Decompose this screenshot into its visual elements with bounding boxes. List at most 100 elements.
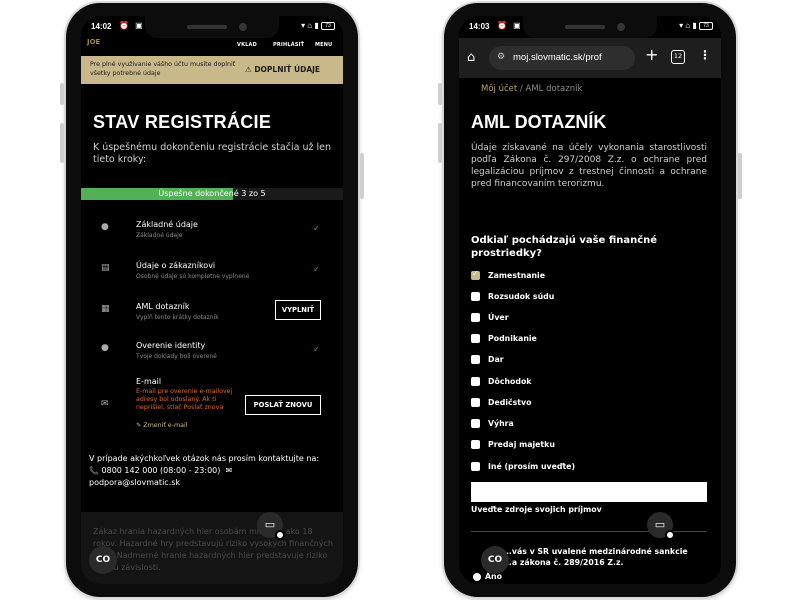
checkbox[interactable] <box>471 334 480 343</box>
volume-button <box>438 83 442 105</box>
progress-text: Úspešne dokončené 3 zo 5 <box>158 189 266 198</box>
option-3[interactable]: Podnikanie <box>471 333 671 345</box>
step-sub: Tvoje doklady boli overené <box>136 353 217 360</box>
nav-login[interactable]: PRIHLÁSIŤ <box>273 42 304 48</box>
contact-text: V prípade akýchkoľvek otázok nás prosím … <box>89 454 320 463</box>
step-name: E-mail <box>136 377 162 386</box>
contact-phone[interactable]: 0800 142 000 (08:00 - 23:00) <box>102 466 221 475</box>
change-email-link[interactable]: ✎ Zmeniť e-mail <box>136 422 187 429</box>
accessibility-bubble[interactable]: CO <box>481 546 509 574</box>
checkbox[interactable] <box>471 462 480 471</box>
logo[interactable]: JOE <box>87 38 100 46</box>
contact-line: 📞 0800 142 000 (08:00 - 23:00) ✉ <box>89 465 329 477</box>
checkbox[interactable] <box>471 419 480 428</box>
breadcrumb: Môj účet / AML dotazník <box>481 84 582 94</box>
option-label: Predaj majetku <box>488 440 555 449</box>
volume-button <box>60 83 64 105</box>
chat-icon: ▭ <box>264 518 276 531</box>
option-9[interactable]: Iné (prosím uveďte) <box>471 461 671 473</box>
complete-data-button[interactable]: ⚠ DOPLNIŤ ÚDAJE <box>245 65 320 74</box>
step-sub: Osobné údaje sú kompletne vyplnené <box>136 273 250 280</box>
more-menu-icon[interactable]: ⋮ <box>699 48 711 62</box>
phone-icon: 📞 <box>89 466 99 475</box>
checkbox[interactable] <box>471 377 480 386</box>
checkbox[interactable] <box>471 269 480 280</box>
checkbox[interactable] <box>471 398 480 407</box>
tab-count[interactable]: 12 <box>671 50 685 64</box>
screen-right: 14:03 ⏰ ▣ ▾ ⌂ ▮ 73 ⌂ ⚙ moj.slovmatic.sk/… <box>459 16 721 584</box>
option-2[interactable]: Úver <box>471 312 671 324</box>
id-card-icon: ▤ <box>101 263 110 273</box>
page-intro: Údaje získavané na účely vykonania staro… <box>471 143 707 189</box>
option-1[interactable]: Rozsudok súdu <box>471 291 671 303</box>
option-7[interactable]: Výhra <box>471 418 671 430</box>
option-5[interactable]: Dôchodok <box>471 376 671 388</box>
email-icon: ✉ <box>222 466 233 475</box>
checkbox[interactable] <box>471 355 480 364</box>
volume-button <box>438 123 442 163</box>
chat-icon: ▭ <box>654 518 666 531</box>
camera <box>617 23 625 31</box>
option-8[interactable]: Predaj majetku <box>471 439 671 451</box>
power-button <box>738 153 742 199</box>
fill-in-button[interactable]: VYPLNIŤ <box>275 300 321 320</box>
check-icon: ✓ <box>313 224 320 233</box>
option-label: Zamestnanie <box>488 271 546 280</box>
option-label: Výhra <box>488 419 514 428</box>
home-icon[interactable]: ⌂ <box>467 50 475 65</box>
resend-button[interactable]: POSLAŤ ZNOVU <box>245 395 321 415</box>
signal-icons: ▾ ⌂ ▮ 73 <box>301 21 335 30</box>
notch <box>145 16 279 38</box>
phone-right: 14:03 ⏰ ▣ ▾ ⌂ ▮ 73 ⌂ ⚙ moj.slovmatic.sk/… <box>438 3 742 597</box>
footer-disclaimer: Zákaz hrania hazardných hier osobám mlad… <box>93 527 334 572</box>
registration-progress: Úspešne dokončené 3 zo 5 <box>81 188 343 200</box>
breadcrumb-home[interactable]: Môj účet <box>481 84 517 94</box>
site-header: JOE VKLAD PRIHLÁSIŤ MENU <box>81 38 343 56</box>
contact-email[interactable]: podpora@slovmatic.sk <box>89 477 329 489</box>
option-4[interactable]: Dar <box>471 354 671 366</box>
option-label: Podnikanie <box>488 334 537 343</box>
step-name: AML dotazník <box>136 302 190 311</box>
url-text[interactable]: moj.slovmatic.sk/prof <box>513 52 602 63</box>
email-error: E-mail pre overenie e-mailovej adresy bo… <box>136 388 233 411</box>
notch <box>523 16 657 38</box>
checkbox[interactable] <box>471 292 480 301</box>
mail-icon: ✉ <box>101 399 109 409</box>
option-label: Iné (prosím uveďte) <box>488 462 576 471</box>
battery-icon: 73 <box>321 21 335 30</box>
phone-left: 14:02 ⏰ ▣ ▾ ⌂ ▮ 73 JOE VKLAD PRIHLÁSIŤ M… <box>60 3 364 597</box>
speaker <box>187 25 227 29</box>
checkbox[interactable] <box>471 313 480 322</box>
step-name: Overenie identity <box>136 341 206 350</box>
nav-menu[interactable]: MENU <box>315 42 332 48</box>
page-title: STAV REGISTRÁCIE <box>93 112 272 132</box>
speaker <box>565 25 605 29</box>
footer: Zákaz hrania hazardných hier osobám mlad… <box>81 512 343 584</box>
step-name: Základné údaje <box>136 220 198 229</box>
chat-button[interactable]: ▭ <box>257 512 285 540</box>
option-0[interactable]: Zamestnanie <box>471 269 671 282</box>
radio-button[interactable] <box>473 573 481 581</box>
new-tab-icon[interactable]: + <box>645 45 658 64</box>
volume-button <box>60 123 64 163</box>
checkbox[interactable] <box>471 440 480 449</box>
option-label: Rozsudok súdu <box>488 292 555 301</box>
income-source-input[interactable] <box>471 482 707 502</box>
notification-dot <box>665 530 675 540</box>
nav-deposit[interactable]: VKLAD <box>237 42 257 48</box>
banner-text: Pre plné využívanie vášho účtu musíte do… <box>90 61 236 77</box>
screen-left: 14:02 ⏰ ▣ ▾ ⌂ ▮ 73 JOE VKLAD PRIHLÁSIŤ M… <box>81 16 343 584</box>
address-bar[interactable]: ⚙ moj.slovmatic.sk/prof <box>489 46 635 70</box>
option-6[interactable]: Dedičstvo <box>471 397 671 409</box>
chat-button[interactable]: ▭ <box>647 512 675 540</box>
contact-info: V prípade akýchkoľvek otázok nás prosím … <box>89 453 329 489</box>
check-icon: ✓ <box>313 345 320 354</box>
page-title: AML DOTAZNÍK <box>471 112 607 132</box>
accessibility-bubble[interactable]: CO <box>89 546 117 574</box>
option-label: Úver <box>488 313 509 322</box>
camera <box>239 23 247 31</box>
sanctions-question: ...vás v SR uvalené medzinárodné sankcie… <box>503 547 688 567</box>
site-settings-icon[interactable]: ⚙ <box>497 52 505 62</box>
status-icons: ⏰ ▣ <box>497 21 523 30</box>
signal-icons: ▾ ⌂ ▮ 73 <box>679 21 713 30</box>
